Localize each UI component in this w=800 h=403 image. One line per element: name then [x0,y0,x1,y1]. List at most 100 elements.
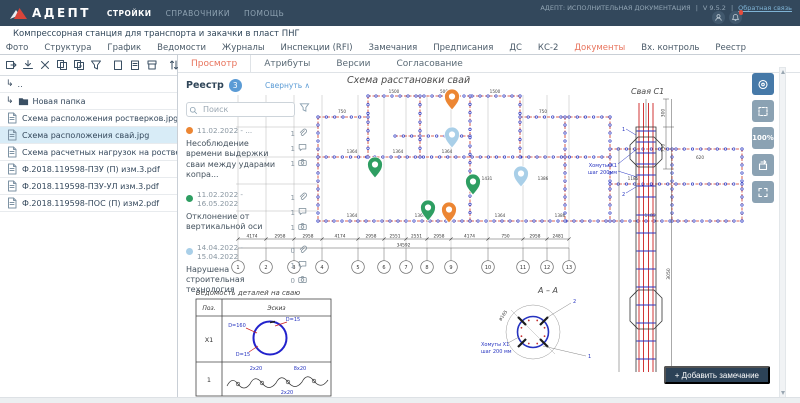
svg-text:1431: 1431 [482,176,493,181]
file-row[interactable]: Ф.2018.119598-ПЗУ-УЛ изм.3.pdf [0,178,177,195]
tab-atributy[interactable]: Атрибуты [251,55,323,72]
photos-count: 1 [291,160,295,168]
main-menu: СТРОЙКИ СПРАВОЧНИКИ ПОМОЩЬ [107,9,284,18]
add-remark-button[interactable]: + Добавить замечание [664,366,770,384]
tab-Предписания[interactable]: Предписания [433,43,493,53]
product-name: АДЕПТ: ИСПОЛНИТЕЛЬНАЯ ДОКУМЕНТАЦИЯ [540,4,690,12]
svg-text:2958: 2958 [530,234,541,240]
item-dates: 11.02.2022 - 16.05.2022 [197,190,284,208]
paste-icon[interactable] [112,59,124,71]
fullscreen-button[interactable] [752,181,774,203]
tab-soglasovanie[interactable]: Согласование [383,55,475,72]
registry-item[interactable]: 11.02.2022 - ...Несоблюдение времени выд… [186,126,310,181]
svg-text:1500: 1500 [389,89,400,94]
pile-callout-1: 1 [622,127,625,133]
tab-КС-2[interactable]: КС-2 [538,43,558,53]
pile-ties-label-1: Хомуты Х1 [589,163,617,169]
logo[interactable]: АДЕПТ [10,6,91,20]
locate-button[interactable] [752,73,774,95]
svg-text:2551: 2551 [390,234,401,240]
menu-item-pomosch[interactable]: ПОМОЩЬ [244,9,284,18]
collapse-link[interactable]: Свернуть ∧ [265,81,310,90]
item-comments[interactable]: 1 [286,143,310,155]
tab-Реестр[interactable]: Реестр [715,43,746,53]
tab-versii[interactable]: Версии [323,55,383,72]
registry-title: Реестр [186,80,224,91]
item-attachments[interactable]: 1 [286,128,310,140]
status-dot [186,127,193,134]
tree-up-row[interactable]: ↳ .. [0,76,177,93]
item-photos[interactable]: 0 [286,275,310,287]
pile-detail: Свая С1 [588,87,674,372]
copy-icon[interactable] [56,59,68,71]
archive-icon[interactable] [146,59,158,71]
breadcrumb[interactable]: Компрессорная станция для транспорта и з… [0,26,800,41]
export-icon[interactable] [5,59,17,71]
map-pin[interactable] [368,157,383,178]
tab-Документы[interactable]: Документы [574,43,625,53]
delete-icon[interactable] [39,59,51,71]
horizontal-scrollbar[interactable] [0,397,800,403]
svg-text:34592: 34592 [397,243,411,249]
tab-График[interactable]: График [107,43,141,53]
camera-icon [298,158,310,170]
user-profile-button[interactable] [712,11,725,24]
map-pin[interactable] [514,166,529,187]
tab-Структура[interactable]: Структура [44,43,91,53]
search-input[interactable] [186,102,295,117]
tab-Ведомости[interactable]: Ведомости [157,43,206,53]
rotate-button[interactable] [752,154,774,176]
file-row[interactable]: Ф.2018.119598-ПОС (П) изм2.pdf [0,195,177,212]
svg-text:1364: 1364 [347,213,358,218]
label-m3: 2x20 [281,390,294,396]
doc-icon [6,197,18,209]
notifications-button[interactable] [729,11,742,24]
scroll-up-icon[interactable] [781,70,785,74]
menu-item-spravochniki[interactable]: СПРАВОЧНИКИ [166,9,230,18]
item-attachments[interactable]: 1 [286,192,310,204]
item-photos[interactable]: 1 [286,158,310,170]
item-photos[interactable]: 1 [286,222,310,234]
tab-ДС[interactable]: ДС [509,43,522,53]
map-pin[interactable] [466,174,481,195]
clipboard-icon[interactable] [129,59,141,71]
scroll-down-icon[interactable] [781,391,785,395]
tab-Журналы[interactable]: Журналы [222,43,265,53]
attachments-count: 1 [291,130,295,138]
filter-icon[interactable] [299,98,310,117]
menu-item-stroyki[interactable]: СТРОЙКИ [107,9,152,18]
tab-Вх. контроль[interactable]: Вх. контроль [641,43,699,53]
duplicate-icon[interactable] [73,59,85,71]
file-row[interactable]: Схема расположения свай.jpg [0,127,177,144]
section-tabs: КарточкаФотоСтруктураГрафикВедомостиЖурн… [0,41,800,55]
tab-Инспекции (RFI)[interactable]: Инспекции (RFI) [281,43,353,53]
tree-folder-row[interactable]: ↳ Новая папка [0,93,177,110]
item-comments[interactable]: 1 [286,260,310,272]
search-icon [189,100,198,109]
doc-icon [6,180,18,192]
feedback-link[interactable]: Обратная связь [738,4,792,12]
map-pin[interactable] [445,127,460,148]
tab-Замечания[interactable]: Замечания [369,43,418,53]
camera-icon [298,275,310,287]
tab-prosmotr[interactable]: Просмотр [178,55,251,72]
svg-text:750: 750 [501,234,509,240]
tab-Фото[interactable]: Фото [6,43,29,53]
map-pin[interactable] [445,89,460,110]
registry-item[interactable]: 14.04.2022 - 15.04.2022Нарушена строител… [186,243,310,296]
vertical-scrollbar[interactable] [779,67,786,398]
file-name: Ф.2018.119598-ПЗУ (П) изм.3.pdf [22,165,160,174]
download-icon[interactable] [22,59,34,71]
file-row[interactable]: Ф.2018.119598-ПЗУ (П) изм.3.pdf [0,161,177,178]
registry-count-badge: 3 [229,79,242,92]
svg-text:4174: 4174 [335,234,346,240]
zoom-level-button[interactable]: 100% [752,127,774,149]
item-comments[interactable]: 1 [286,207,310,219]
file-row[interactable]: Схема расположения ростверков.jpg [0,110,177,127]
select-area-button[interactable] [752,100,774,122]
svg-text:13: 13 [566,265,572,271]
registry-item[interactable]: 11.02.2022 - 16.05.2022Отклонение от вер… [186,190,310,234]
filter-icon[interactable] [90,59,102,71]
item-attachments[interactable]: 0 [286,245,310,257]
file-row[interactable]: Схема расчетных нагрузок на ростверк.jpg [0,144,177,161]
